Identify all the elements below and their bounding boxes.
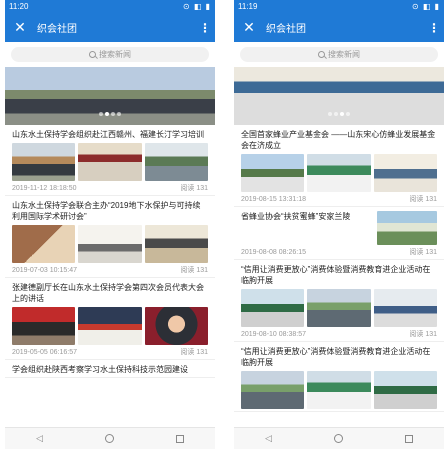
list-item[interactable]: 学会组织赴陕西考察学习水土保持科技示范园建设	[5, 360, 215, 378]
article-thumbnail	[12, 143, 76, 181]
search-input[interactable]: 搜索新闻	[240, 47, 438, 62]
page-title: 织会社团	[37, 24, 77, 35]
article-thumbnail	[241, 154, 305, 192]
search-placeholder: 搜索新闻	[328, 50, 360, 59]
title-bar: ✕ 织会社团 ⋮	[234, 13, 444, 42]
status-bar: 11:19 ⊙ ◧ ▮	[234, 0, 444, 13]
article-thumbnail	[78, 143, 142, 181]
search-placeholder: 搜索新闻	[99, 50, 131, 59]
article-thumbnail	[12, 225, 76, 263]
status-time: 11:19	[238, 2, 258, 11]
article-title: 省蜂业协会“扶贫蜜蜂”安家兰陵	[241, 212, 351, 221]
article-date: 2019-08-15 13:31:18	[241, 196, 306, 203]
banner-carousel[interactable]	[5, 67, 215, 125]
title-bar: ✕ 织会社团 ⋮	[5, 13, 215, 42]
article-title: “信用让消费更放心”消费体验暨消费教育进企业活动在临朐开展	[241, 347, 431, 367]
list-item[interactable]: 山东水土保持学会联合主办“2019地下水保护与可持续利用国际学术研讨会” 201…	[5, 196, 215, 278]
article-reads: 阅读 131	[180, 349, 208, 356]
article-title: “信用让消费更放心”消费体验暨消费教育进企业活动在临朐开展	[241, 265, 431, 285]
status-time: 11:20	[9, 2, 29, 11]
article-date: 2019-11-12 18:18:50	[12, 185, 77, 192]
more-menu-icon[interactable]: ⋮	[199, 21, 211, 35]
article-title: 学会组织赴陕西考察学习水土保持科技示范园建设	[12, 365, 188, 374]
more-menu-icon[interactable]: ⋮	[428, 21, 440, 35]
article-title: 全国首家蜂业产业基金会 ——山东宋心仿蜂业发展基金会在济成立	[241, 130, 436, 150]
back-icon[interactable]: ◁	[36, 433, 43, 444]
article-reads: 阅读 131	[180, 185, 208, 192]
list-item[interactable]: “信用让消费更放心”消费体验暨消费教育进企业活动在临朐开展 2019-08-10…	[234, 260, 444, 342]
article-thumbnail	[307, 289, 371, 327]
article-thumbnail	[144, 307, 208, 345]
article-thumbnail	[12, 307, 76, 345]
article-thumbnail	[307, 154, 371, 192]
home-icon[interactable]	[333, 434, 343, 443]
search-icon	[318, 51, 325, 58]
phone-screen-right: 11:19 ⊙ ◧ ▮ ✕ 织会社团 ⋮ 搜索新闻 全国首家蜂业产业基金会 ——…	[234, 0, 444, 449]
list-item[interactable]: 全国首家蜂业产业基金会 ——山东宋心仿蜂业发展基金会在济成立 2019-08-1…	[234, 125, 444, 207]
search-icon	[89, 51, 96, 58]
list-item[interactable]: 省蜂业协会“扶贫蜜蜂”安家兰陵 2019-08-08 08:26:15 阅读 1…	[234, 207, 444, 260]
article-date: 2019-07-03 10:15:47	[12, 267, 77, 274]
article-thumbnail	[373, 371, 437, 409]
article-thumbnail	[78, 225, 142, 263]
close-icon[interactable]: ✕	[240, 19, 258, 36]
article-reads: 阅读 131	[409, 331, 437, 338]
search-input[interactable]: 搜索新闻	[11, 47, 209, 62]
article-date: 2019-05-05 06:16:57	[12, 349, 77, 356]
article-thumbnail	[78, 307, 142, 345]
carousel-dots	[5, 103, 215, 121]
status-icons: ⊙ ◧ ▮	[411, 2, 440, 11]
article-title: 山东水土保持学会组织赴江西赣州、福建长汀学习培训	[12, 130, 204, 139]
system-nav-bar: ◁	[234, 427, 444, 449]
page-title: 织会社团	[266, 24, 306, 35]
status-bar: 11:20 ⊙ ◧ ▮	[5, 0, 215, 13]
article-thumbnail	[144, 225, 208, 263]
recents-icon[interactable]	[175, 434, 184, 443]
article-title: 山东水土保持学会联合主办“2019地下水保护与可持续利用国际学术研讨会”	[12, 201, 201, 221]
article-title: 张建德副厅长在山东水土保持学会第四次会员代表大会上的讲话	[12, 283, 204, 303]
status-icons: ⊙ ◧ ▮	[182, 2, 211, 11]
home-icon[interactable]	[104, 434, 114, 443]
article-thumbnail	[241, 371, 305, 409]
system-nav-bar: ◁	[5, 427, 215, 449]
article-thumbnail	[373, 154, 437, 192]
list-item[interactable]: 张建德副厅长在山东水土保持学会第四次会员代表大会上的讲话 2019-05-05 …	[5, 278, 215, 360]
list-item[interactable]: “信用让消费更放心”消费体验暨消费教育进企业活动在临朐开展	[234, 342, 444, 412]
list-item[interactable]: 山东水土保持学会组织赴江西赣州、福建长汀学习培训 2019-11-12 18:1…	[5, 125, 215, 196]
banner-carousel[interactable]	[234, 67, 444, 125]
article-reads: 阅读 131	[180, 267, 208, 274]
article-reads: 阅读 131	[409, 249, 437, 256]
article-reads: 阅读 131	[409, 196, 437, 203]
article-thumbnail	[373, 289, 437, 327]
recents-icon[interactable]	[404, 434, 413, 443]
back-icon[interactable]: ◁	[265, 433, 272, 444]
phone-screen-left: 11:20 ⊙ ◧ ▮ ✕ 织会社团 ⋮ 搜索新闻 山东水土保持学会组织赴江西赣…	[5, 0, 215, 449]
article-date: 2019-08-10 08:38:57	[241, 331, 306, 338]
article-thumbnail	[144, 143, 208, 181]
article-date: 2019-08-08 08:26:15	[241, 249, 306, 256]
article-thumbnail	[241, 289, 305, 327]
close-icon[interactable]: ✕	[11, 19, 29, 36]
carousel-dots	[234, 103, 444, 121]
article-thumbnail	[307, 371, 371, 409]
article-thumbnail	[377, 211, 437, 245]
